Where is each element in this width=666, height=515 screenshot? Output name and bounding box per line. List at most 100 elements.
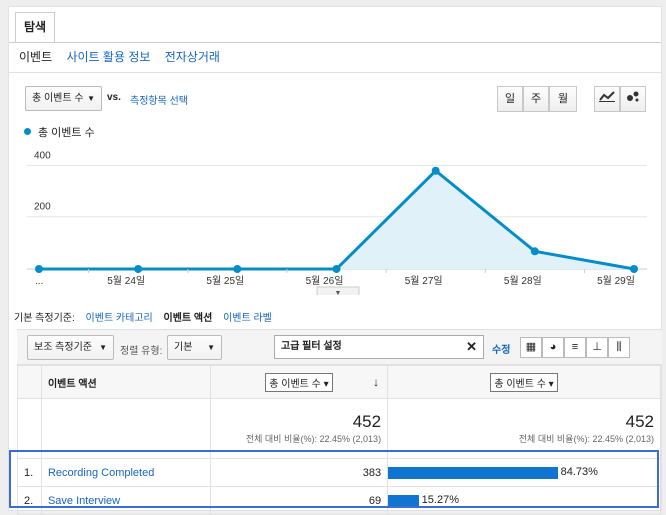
advanced-filter-input[interactable]: 고급 필터 설정 ✕ (274, 335, 484, 359)
dimension-column-header[interactable]: 이벤트 액션 (40, 365, 211, 399)
advanced-filter-text: 고급 필터 설정 (281, 341, 342, 352)
row-event-count: 383 (209, 458, 389, 487)
totals-row: 452 전체 대비 비율(%): 22.45% (2,013) 452 전체 대… (17, 398, 661, 459)
period-month-button[interactable]: 월 (549, 86, 577, 112)
data-point (530, 247, 539, 256)
metric-column-header[interactable]: 총 이벤트 수 ▾ ↓ (209, 365, 389, 399)
edit-filter-link[interactable]: 수정 (492, 341, 510, 356)
explorer-panel: 탐색 이벤트 사이트 활용 정보 전자상거래 총 이벤트 수 ▼ vs. 측정항… (8, 6, 662, 515)
table-header: 이벤트 액션 총 이벤트 수 ▾ ↓ 총 이벤트 수 ▾ (17, 365, 661, 399)
sort-type-value: 기본 (174, 342, 193, 353)
clear-icon[interactable]: ✕ (466, 336, 477, 358)
row-action-link[interactable]: Save Interview (40, 486, 211, 515)
chevron-down-icon: ▼ (207, 343, 215, 352)
data-point (35, 265, 43, 273)
subtab-bar: 이벤트 사이트 활용 정보 전자상거래 (19, 48, 231, 65)
table-toolbar: 보조 측정기준 ▼ 정렬 유형: 기본 ▼ 고급 필터 설정 ✕ 수정 ▦ ◕ … (17, 329, 662, 365)
header-spacer (17, 365, 42, 399)
period-week-button[interactable]: 주 (523, 86, 549, 112)
legend-dot (24, 128, 31, 135)
total-value: 452 (352, 412, 382, 431)
row-number: 1. (17, 458, 42, 487)
sort-type-dropdown[interactable]: 기본 ▼ (167, 335, 222, 360)
row-event-count: 69 (209, 486, 389, 515)
row-percent-cell: 84.73% (387, 458, 661, 487)
pie-icon: ◕ (549, 341, 557, 353)
data-point (233, 265, 242, 273)
performance-view-button[interactable]: ≡ (564, 337, 586, 358)
total-value-2: 452 (625, 412, 654, 431)
percentage-view-button[interactable]: ◕ (542, 337, 564, 358)
x-tick-label: 5월 26일 (306, 275, 344, 287)
line-chart-button[interactable] (594, 86, 620, 112)
x-tick-label: 5월 24일 (107, 275, 145, 287)
vs-label: vs. (107, 92, 121, 103)
x-tick-label: 5월 28일 (504, 275, 542, 287)
data-view-button[interactable]: ▦ (520, 337, 542, 358)
bar-list-icon: ≡ (571, 341, 579, 353)
total-note: 전체 대비 비율(%): 22.45% (2,013) (245, 434, 382, 444)
data-point (332, 265, 341, 273)
dimension-event-category[interactable]: 이벤트 카테고리 (86, 313, 153, 324)
metric-column-select-label-2: 총 이벤트 수 (494, 378, 546, 390)
bubble-chart-icon (627, 91, 639, 102)
row-percent-cell: 15.27% (387, 486, 661, 515)
row-percent-label: 84.73% (560, 466, 598, 479)
row-percent-label: 15.27% (421, 494, 459, 507)
tab-divider (9, 42, 661, 43)
primary-dimension-label: 기본 측정기준: (14, 313, 75, 324)
line-chart: 400 200... 5월 24일 5월 25일 5월 26일 5월 27일 5월 28일 5… (27, 150, 647, 295)
bubble-chart-button[interactable] (620, 86, 646, 112)
data-point (431, 166, 440, 175)
secondary-dimension-label: 보조 측정기준 (34, 342, 92, 353)
totals-metric-cell-2: 452 전체 대비 비율(%): 22.45% (2,013) (387, 398, 661, 459)
row-action-link[interactable]: Recording Completed (40, 458, 211, 487)
x-tick-label: 5월 27일 (405, 275, 443, 287)
comparison-view-button[interactable]: ⊥ (586, 337, 608, 358)
metric-dropdown[interactable]: 총 이벤트 수 ▼ (25, 86, 102, 111)
table-row: 1. Recording Completed 383 84.73% (17, 458, 661, 487)
subtab-site-usage[interactable]: 사이트 활용 정보 (66, 50, 150, 64)
dimension-event-label[interactable]: 이벤트 라벨 (223, 313, 272, 324)
row-percent-bar (388, 466, 558, 479)
divider (9, 72, 661, 73)
table-row: 2. Save Interview 69 15.27% (17, 486, 661, 515)
secondary-dimension-dropdown[interactable]: 보조 측정기준 ▼ (27, 335, 114, 360)
x-tick-label: 5월 25일 (206, 275, 244, 287)
row-number: 2. (17, 486, 42, 515)
dimension-event-action[interactable]: 이벤트 액션 (164, 313, 213, 324)
chevron-down-icon: ▼ (99, 343, 107, 352)
compare-metric-link[interactable]: 측정항목 선택 (130, 92, 188, 107)
metric-column-select-2[interactable]: 총 이벤트 수 ▾ (490, 372, 558, 392)
row-percent-bar (388, 494, 419, 507)
chevron-down-icon: ▼ (335, 290, 342, 295)
totals-dimension-cell (40, 398, 211, 459)
y-tick-label: 200 (34, 202, 51, 213)
term-cloud-button[interactable]: ⫼ (608, 337, 630, 358)
metric-column-select[interactable]: 총 이벤트 수 ▾ (265, 372, 333, 392)
compare-icon: ⊥ (592, 341, 602, 353)
series-line (39, 168, 635, 271)
columns-icon: ⫼ (616, 341, 622, 353)
y-tick-label: 400 (34, 150, 51, 161)
metric-column-select-label: 총 이벤트 수 (269, 378, 321, 390)
tab-explore[interactable]: 탐색 (15, 12, 55, 42)
total-note-2: 전체 대비 비율(%): 22.45% (2,013) (518, 434, 654, 444)
legend-label: 총 이벤트 수 (38, 127, 95, 139)
grid-icon: ▦ (525, 341, 537, 353)
totals-metric-cell: 452 전체 대비 비율(%): 22.45% (2,013) (209, 398, 389, 459)
chart-legend: 총 이벤트 수 (24, 124, 95, 140)
data-table: 이벤트 액션 총 이벤트 수 ▾ ↓ 총 이벤트 수 ▾ 452 전체 대비 비… (17, 365, 661, 515)
totals-spacer (17, 398, 42, 459)
chevron-down-icon: ▼ (87, 94, 95, 103)
x-tick-label: 5월 29일 (597, 275, 635, 287)
primary-dimension-bar: 기본 측정기준: 이벤트 카테고리 이벤트 액션 이벤트 라벨 (14, 309, 280, 324)
subtab-events[interactable]: 이벤트 (19, 50, 52, 64)
metric-column-header-2[interactable]: 총 이벤트 수 ▾ (387, 365, 661, 399)
data-point (630, 265, 638, 273)
sort-desc-icon[interactable]: ↓ (373, 375, 379, 389)
subtab-ecommerce[interactable]: 전자상거래 (165, 50, 220, 64)
period-day-button[interactable]: 일 (497, 86, 523, 112)
x-tick-label: ... (35, 276, 43, 287)
metric-dropdown-label: 총 이벤트 수 (32, 93, 84, 104)
